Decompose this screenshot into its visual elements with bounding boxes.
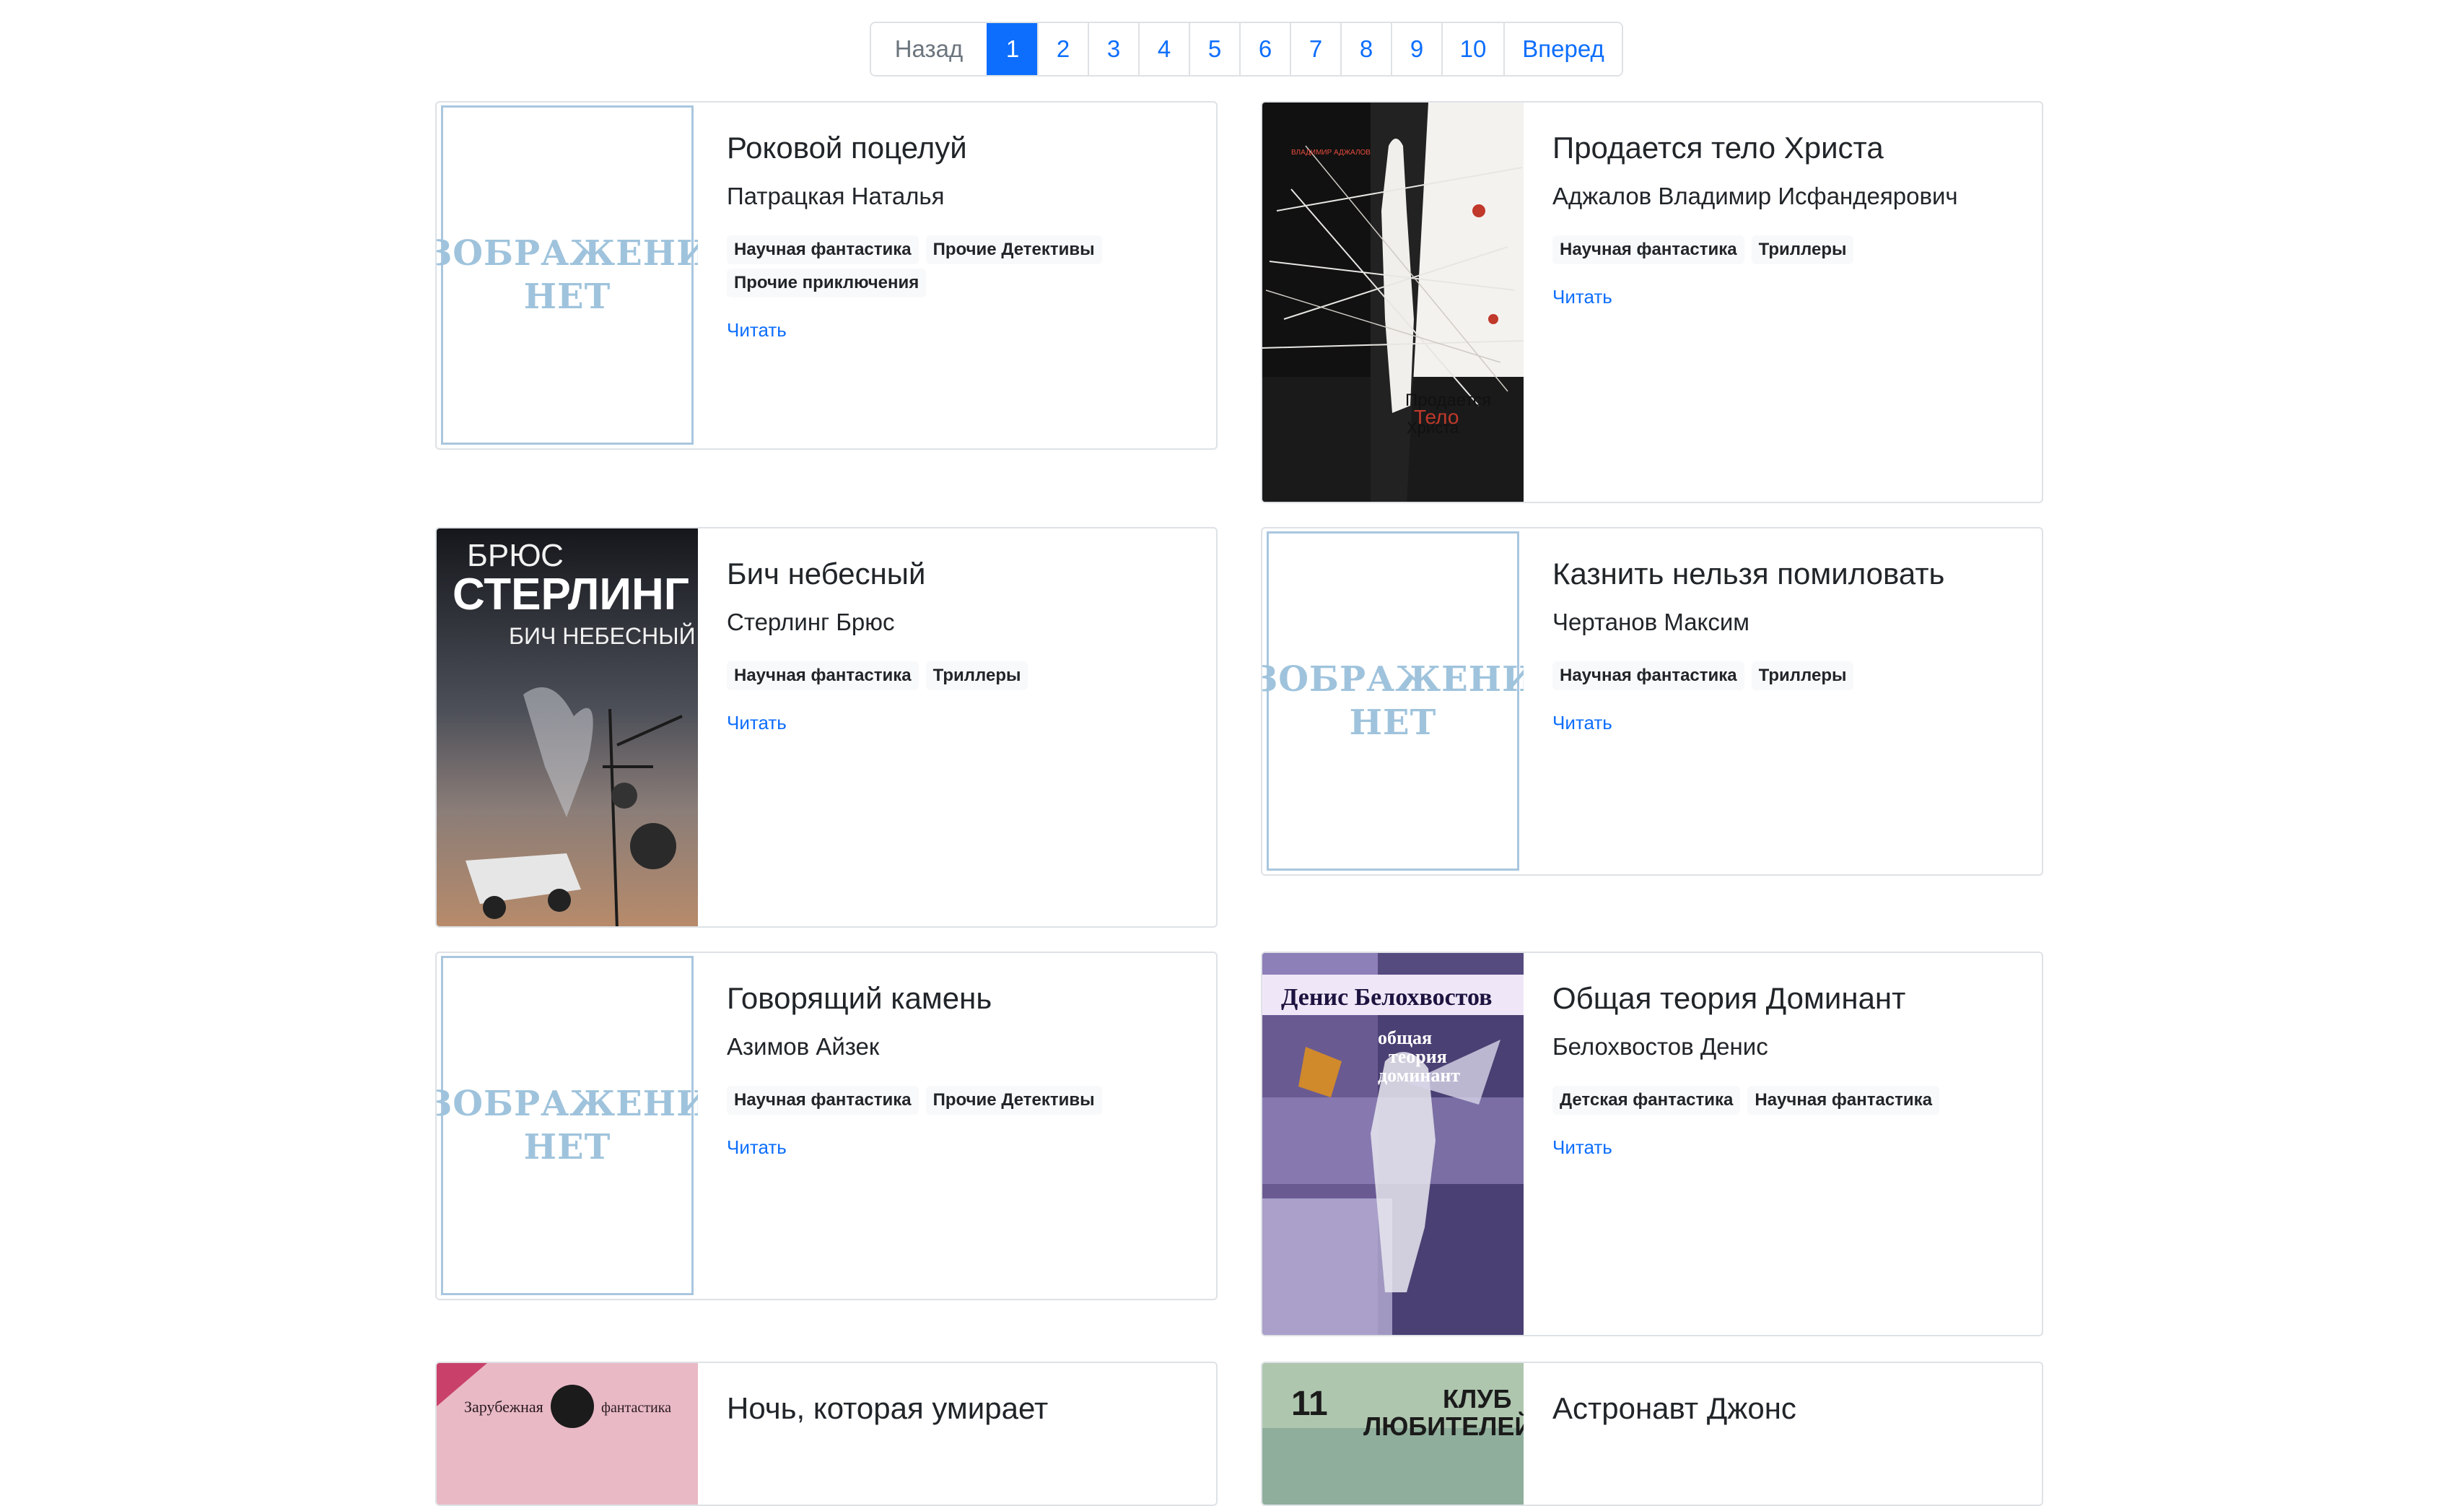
no-image-text: НЕТ: [523, 277, 611, 317]
cover-art-image: 11 КЛУБ ЛЮБИТЕЛЕЙ: [1262, 1363, 1524, 1505]
cover-author-text: СТЕРЛИНГ: [453, 570, 689, 619]
book-cover[interactable]: Зарубежная фантастика: [437, 1363, 698, 1505]
page-2-button[interactable]: 2: [1037, 23, 1088, 75]
book-title: Общая теория Доминант: [1552, 981, 1906, 1015]
cover-art-image: БРЮС СТЕРЛИНГ БИЧ НЕБЕСНЫЙ: [437, 528, 698, 926]
cover-author-text: Денис Белохвостов: [1281, 984, 1492, 1011]
read-link[interactable]: Читать: [727, 712, 787, 734]
book-author: Азимов Айзек: [727, 1033, 880, 1060]
book-card: ИЗОБРАЖЕНИЯ НЕТ Казнить нельзя помиловат…: [1261, 527, 2043, 876]
book-title: Ночь, которая умирает: [727, 1391, 1049, 1425]
cover-series-text: ЛЮБИТЕЛЕЙ: [1363, 1411, 1524, 1441]
book-cover[interactable]: ИЗОБРАЖЕНИЯ НЕТ: [1262, 528, 1524, 874]
book-title: Продается тело Христа: [1552, 131, 1884, 165]
genre-tags: Научная фантастика Триллеры: [1552, 235, 2014, 264]
cover-art-image: Зарубежная фантастика: [437, 1363, 698, 1505]
genre-tag: Детская фантастика: [1552, 1086, 1741, 1115]
book-cover[interactable]: Денис Белохвостов общая теория доминант: [1262, 953, 1524, 1335]
genre-tags: Научная фантастика Прочие Детективы Проч…: [727, 235, 1189, 297]
book-card: БРЮС СТЕРЛИНГ БИЧ НЕБЕСНЫЙ Бич небесный …: [435, 527, 1218, 928]
book-cover[interactable]: БРЮС СТЕРЛИНГ БИЧ НЕБЕСНЫЙ: [437, 528, 698, 926]
cover-series-text: фантастика: [601, 1400, 671, 1416]
book-author: Аджалов Владимир Исфандеярович: [1552, 183, 1958, 209]
page-3-button[interactable]: 3: [1088, 23, 1138, 75]
genre-tag: Научная фантастика: [1552, 661, 1744, 690]
book-card: ВЛАДИМИР АДЖАЛОВ Продается Тело Христа П…: [1261, 101, 2043, 503]
read-link[interactable]: Читать: [727, 319, 787, 341]
book-card: Денис Белохвостов общая теория доминант …: [1261, 952, 2043, 1336]
page-4-button[interactable]: 4: [1138, 23, 1189, 75]
book-author: Стерлинг Брюс: [727, 609, 895, 635]
page-5-button[interactable]: 5: [1189, 23, 1239, 75]
cover-title-text: БИЧ НЕБЕСНЫЙ: [509, 623, 696, 649]
read-link[interactable]: Читать: [1552, 1136, 1612, 1159]
read-link[interactable]: Читать: [727, 1136, 787, 1159]
next-page-button[interactable]: Вперед: [1503, 23, 1622, 75]
cover-art-image: Денис Белохвостов общая теория доминант: [1262, 953, 1524, 1335]
genre-tag: Научная фантастика: [1747, 1086, 1940, 1115]
book-title: Роковой поцелуй: [727, 131, 967, 165]
genre-tag: Прочие Детективы: [925, 235, 1102, 264]
page-9-button[interactable]: 9: [1391, 23, 1441, 75]
cover-author-text: ВЛАДИМИР АДЖАЛОВ: [1291, 149, 1371, 157]
book-cover[interactable]: ИЗОБРАЖЕНИЯ НЕТ: [437, 953, 698, 1299]
book-title: Астронавт Джонс: [1552, 1391, 1796, 1425]
no-image-placeholder: ИЗОБРАЖЕНИЯ НЕТ: [1262, 531, 1524, 871]
no-image-text: ИЗОБРАЖЕНИЯ: [437, 233, 698, 274]
genre-tag: Научная фантастика: [1552, 235, 1744, 264]
no-image-text: ИЗОБРАЖЕНИЯ: [437, 1084, 698, 1124]
page-10-button[interactable]: 10: [1441, 23, 1503, 75]
genre-tag: Триллеры: [1751, 661, 1854, 690]
page-7-button[interactable]: 7: [1290, 23, 1340, 75]
genre-tag: Научная фантастика: [727, 235, 919, 264]
no-image-text: НЕТ: [1349, 702, 1437, 743]
genre-tags: Научная фантастика Прочие Детективы: [727, 1086, 1189, 1115]
no-image-placeholder: ИЗОБРАЖЕНИЯ НЕТ: [437, 105, 698, 445]
genre-tag: Прочие приключения: [727, 269, 927, 297]
pagination: Назад 1 2 3 4 5 6 7 8 9 10 Вперед: [870, 22, 1623, 77]
book-card: Зарубежная фантастика Ночь, которая умир…: [435, 1362, 1218, 1506]
book-cover[interactable]: ВЛАДИМИР АДЖАЛОВ Продается Тело Христа: [1262, 103, 1524, 502]
genre-tag: Триллеры: [1751, 235, 1854, 264]
genre-tag: Триллеры: [925, 661, 1028, 690]
book-cover[interactable]: ИЗОБРАЖЕНИЯ НЕТ: [437, 103, 698, 448]
page-6-button[interactable]: 6: [1239, 23, 1290, 75]
cover-title-text: доминант: [1378, 1065, 1460, 1086]
book-author: Белохвостов Денис: [1552, 1033, 1768, 1060]
book-cover[interactable]: 11 КЛУБ ЛЮБИТЕЛЕЙ: [1262, 1363, 1524, 1505]
book-card: 11 КЛУБ ЛЮБИТЕЛЕЙ Астронавт Джонс: [1261, 1362, 2043, 1506]
no-image-text: НЕТ: [523, 1127, 611, 1167]
book-card: ИЗОБРАЖЕНИЯ НЕТ Говорящий камень Азимов …: [435, 952, 1218, 1300]
cover-number-text: 11: [1291, 1385, 1328, 1423]
genre-tags: Научная фантастика Триллеры: [727, 661, 1189, 690]
book-author: Чертанов Максим: [1552, 609, 1749, 635]
page-8-button[interactable]: 8: [1340, 23, 1391, 75]
cover-series-text: КЛУБ: [1443, 1384, 1512, 1414]
read-link[interactable]: Читать: [1552, 286, 1612, 308]
genre-tag: Прочие Детективы: [925, 1086, 1102, 1115]
book-title: Казнить нельзя помиловать: [1552, 557, 1945, 591]
read-link[interactable]: Читать: [1552, 712, 1612, 734]
genre-tags: Детская фантастика Научная фантастика: [1552, 1086, 2014, 1115]
cover-title-text: общая: [1378, 1027, 1432, 1048]
genre-tag: Научная фантастика: [727, 661, 919, 690]
cover-art-image: ВЛАДИМИР АДЖАЛОВ Продается Тело Христа: [1262, 103, 1524, 502]
no-image-text: ИЗОБРАЖЕНИЯ: [1262, 659, 1524, 700]
book-title: Говорящий камень: [727, 981, 992, 1015]
book-author: Патрацкая Наталья: [727, 183, 945, 209]
book-card: ИЗОБРАЖЕНИЯ НЕТ Роковой поцелуй Патрацка…: [435, 101, 1218, 450]
cover-title-text: Христа: [1407, 419, 1459, 437]
book-title: Бич небесный: [727, 557, 926, 591]
page-1-button[interactable]: 1: [987, 23, 1037, 75]
cover-series-text: Зарубежная: [464, 1398, 543, 1416]
cover-title-text: теория: [1389, 1046, 1447, 1067]
genre-tags: Научная фантастика Триллеры: [1552, 661, 2014, 690]
genre-tag: Научная фантастика: [727, 1086, 919, 1115]
no-image-placeholder: ИЗОБРАЖЕНИЯ НЕТ: [437, 956, 698, 1295]
prev-page-button[interactable]: Назад: [871, 23, 987, 75]
cover-author-text: БРЮС: [467, 538, 564, 573]
